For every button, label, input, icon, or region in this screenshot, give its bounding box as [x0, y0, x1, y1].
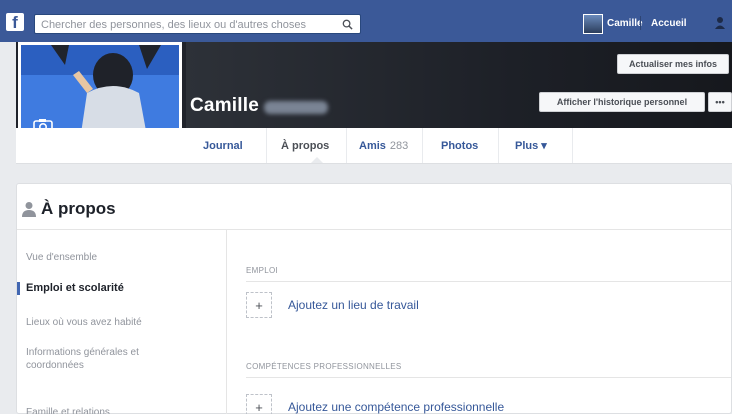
sidebar-item-work-education[interactable]: Emploi et scolarité: [17, 282, 227, 295]
active-tab-caret: [311, 157, 323, 163]
about-card: À propos Vue d'ensemble Emploi et scolar…: [16, 183, 732, 414]
friend-requests-icon[interactable]: [714, 16, 730, 30]
profile-name[interactable]: Camille: [190, 95, 259, 117]
tab-label: À propos: [281, 139, 330, 152]
about-title: À propos: [41, 199, 116, 218]
add-workplace-row[interactable]: + Ajoutez un lieu de travail: [246, 291, 419, 319]
tab-plus[interactable]: Plus ▾: [505, 128, 557, 163]
plus-icon[interactable]: +: [246, 394, 272, 414]
tab-label: Plus ▾: [515, 140, 547, 152]
blurred-surname: [264, 101, 328, 114]
sidebar-item-overview[interactable]: Vue d'ensemble: [17, 251, 227, 264]
nav-divider: [640, 16, 641, 30]
tab-journal[interactable]: Journal: [193, 128, 253, 163]
search-box[interactable]: [34, 14, 361, 34]
add-workplace-link[interactable]: Ajoutez un lieu de travail: [288, 298, 419, 312]
about-sidebar: Vue d'ensemble Emploi et scolarité Lieux…: [17, 230, 227, 414]
sidebar-item-places[interactable]: Lieux où vous avez habité: [17, 316, 227, 329]
facebook-f-icon[interactable]: f: [6, 13, 24, 31]
more-options-button[interactable]: •••: [708, 92, 732, 112]
search-input[interactable]: [35, 16, 325, 34]
tab-divider: [266, 128, 267, 163]
plus-icon[interactable]: +: [246, 292, 272, 318]
tab-amis[interactable]: Amis 283: [349, 128, 418, 163]
nav-home-link[interactable]: Accueil: [651, 18, 687, 29]
tab-divider: [572, 128, 573, 163]
tab-divider: [346, 128, 347, 163]
about-content: EMPLOI + Ajoutez un lieu de travail COMP…: [228, 230, 731, 414]
activity-log-button[interactable]: Afficher l'historique personnel: [539, 92, 705, 112]
profile-tabs: Journal À propos Amis 283 Photos Plus ▾: [16, 128, 732, 164]
tab-label: Amis: [359, 139, 386, 152]
add-skill-row[interactable]: + Ajoutez une compétence professionnelle: [246, 393, 504, 414]
top-navigation-bar: f Camille Accueil: [0, 0, 732, 42]
sidebar-item-contact-info[interactable]: Informations générales et coordonnées: [17, 346, 187, 372]
tab-photos[interactable]: Photos: [431, 128, 488, 163]
tab-label: Journal: [203, 139, 243, 152]
tab-a-propos[interactable]: À propos: [271, 128, 339, 163]
person-icon: [22, 201, 36, 217]
add-skill-link[interactable]: Ajoutez une compétence professionnelle: [288, 400, 504, 414]
tab-divider: [498, 128, 499, 163]
section-divider: [246, 281, 731, 282]
nav-user-name[interactable]: Camille: [607, 18, 643, 29]
section-label-work: EMPLOI: [246, 266, 279, 275]
sidebar-item-family[interactable]: Famille et relations: [17, 406, 227, 414]
section-label-skills: COMPÉTENCES PROFESSIONNELLES: [246, 362, 402, 371]
user-avatar[interactable]: [583, 14, 603, 34]
tab-divider: [422, 128, 423, 163]
section-divider: [246, 377, 731, 378]
search-icon[interactable]: [334, 15, 360, 33]
update-info-button[interactable]: Actualiser mes infos: [617, 54, 729, 74]
tab-label: Photos: [441, 139, 479, 152]
about-header: À propos: [17, 184, 731, 230]
friends-count: 283: [389, 139, 409, 152]
